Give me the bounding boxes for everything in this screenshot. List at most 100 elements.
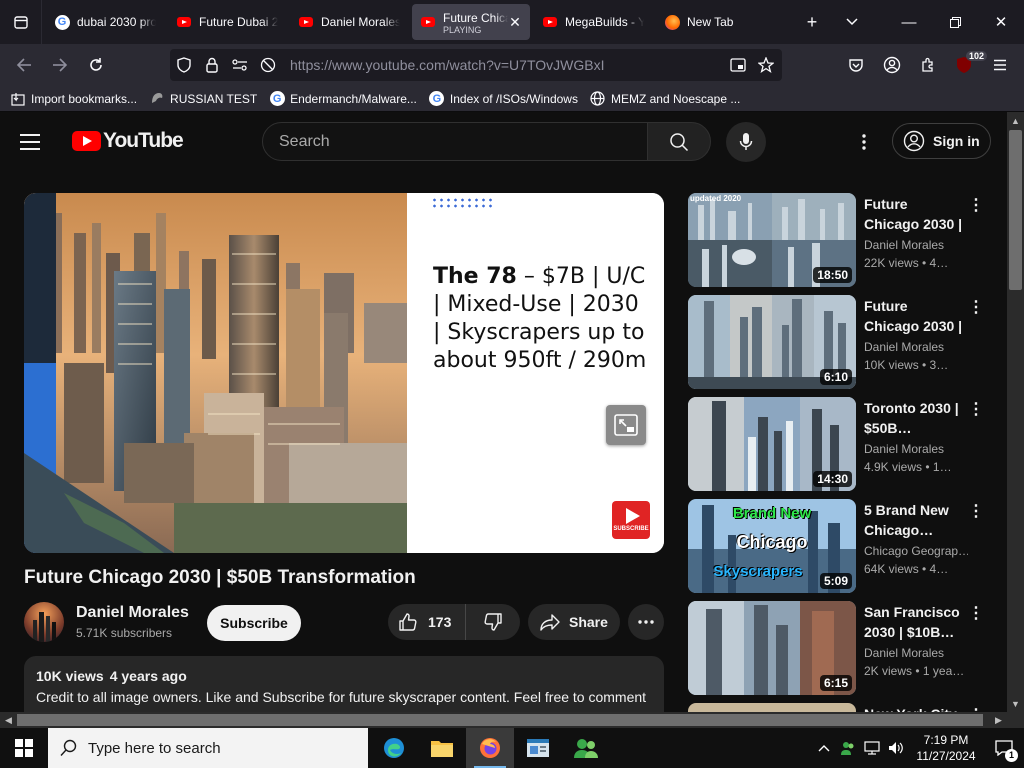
url-text[interactable]: https://www.youtube.com/watch?v=U7TOvJWG… [290, 57, 604, 73]
close-tab-icon[interactable]: ✕ [508, 14, 522, 31]
taskbar-edge[interactable] [370, 728, 418, 768]
vertical-dots-icon[interactable]: ⋮ [968, 603, 984, 625]
bookmark-item[interactable]: G Endermanch/Malware... [269, 91, 417, 107]
voice-search-button[interactable] [726, 122, 766, 162]
browser-tab[interactable]: G dubai 2030 pro [46, 4, 164, 40]
subscribe-watermark[interactable]: SUBSCRIBE [612, 501, 650, 539]
browser-tab[interactable]: New Tab [656, 4, 774, 40]
start-button[interactable] [0, 728, 48, 768]
list-all-tabs-button[interactable] [832, 0, 872, 44]
subscribe-button[interactable]: Subscribe [207, 605, 301, 641]
vertical-dots-icon[interactable]: ⋮ [968, 501, 984, 523]
video-thumbnail[interactable]: 6:15 [688, 601, 856, 695]
settings-more-button[interactable] [848, 126, 880, 158]
notification-center-button[interactable]: 1 [984, 728, 1024, 768]
permissions-icon[interactable] [226, 58, 254, 72]
taskbar-search-input[interactable]: Type here to search [48, 728, 368, 768]
related-video-channel[interactable]: Daniel Morales [864, 646, 968, 660]
account-button[interactable] [874, 44, 910, 86]
related-video-item[interactable]: 14:30 Toronto 2030 | $50B… Daniel Morale… [688, 397, 988, 491]
app-menu-button[interactable] [982, 44, 1018, 86]
minimize-button[interactable]: — [886, 0, 932, 44]
taskbar-people-app[interactable] [562, 728, 610, 768]
reload-button[interactable] [78, 49, 114, 81]
vertical-dots-icon[interactable]: ⋮ [968, 399, 984, 421]
video-thumbnail[interactable]: updated 2020 18:50 [688, 193, 856, 287]
bookmark-item[interactable]: RUSSIAN TEST [149, 91, 257, 107]
related-video-title[interactable]: Future Chicago 2030 | $60… [864, 194, 964, 234]
scroll-down-arrow-icon[interactable]: ▼ [1007, 695, 1024, 712]
picture-in-picture-icon[interactable] [724, 58, 752, 72]
related-video-item[interactable]: 6:10 Future Chicago 2030 | $55B… Daniel … [688, 295, 988, 389]
related-video-title[interactable]: New York City [864, 704, 964, 712]
bookmark-item[interactable]: MEMZ and Noescape ... [590, 91, 740, 107]
horizontal-scroll-thumb[interactable] [17, 714, 983, 726]
close-window-button[interactable]: ✕ [978, 0, 1024, 44]
like-button[interactable]: 173 [388, 604, 466, 640]
sign-in-button[interactable]: Sign in [892, 123, 991, 159]
related-video-item[interactable]: Brand New Chicago Skyscrapers 5:09 5 Bra… [688, 499, 988, 593]
vertical-dots-icon[interactable]: ⋮ [968, 297, 984, 319]
vertical-scrollbar[interactable]: ▲ ▼ [1007, 112, 1024, 712]
related-video-title[interactable]: Future Chicago 2030 | $55B… [864, 296, 964, 336]
horizontal-scrollbar[interactable]: ◀ ▶ [0, 712, 1024, 728]
ublock-extension-button[interactable]: 102 [946, 44, 988, 86]
more-actions-button[interactable] [628, 604, 664, 640]
related-video-item[interactable]: 6:15 San Francisco 2030 | $10B… Daniel M… [688, 601, 988, 695]
tab-list-button[interactable] [0, 0, 42, 44]
search-button[interactable] [647, 122, 711, 161]
related-video-item[interactable]: New York City ⋮ [688, 703, 988, 712]
url-bar[interactable]: https://www.youtube.com/watch?v=U7TOvJWG… [170, 49, 782, 81]
channel-name[interactable]: Daniel Morales [76, 604, 189, 622]
bookmark-item[interactable]: G Index of /ISOs/Windows [429, 91, 578, 107]
video-player[interactable]: The 78 – $7B | U/C | Mixed-Use | 2030 | … [24, 193, 664, 553]
back-button[interactable] [6, 49, 42, 81]
browser-tab[interactable]: Future Dubai 2 [168, 4, 286, 40]
vertical-dots-icon[interactable]: ⋮ [968, 195, 984, 217]
guide-menu-button[interactable] [20, 126, 52, 158]
vertical-scroll-thumb[interactable] [1009, 130, 1022, 290]
lock-icon[interactable] [198, 57, 226, 73]
related-video-channel[interactable]: Chicago Geograp… [864, 544, 968, 558]
related-video-title[interactable]: 5 Brand New Chicago… [864, 500, 964, 540]
scroll-right-arrow-icon[interactable]: ▶ [990, 712, 1007, 728]
video-thumbnail[interactable]: 14:30 [688, 397, 856, 491]
browser-tab[interactable]: MegaBuilds - Y [534, 4, 652, 40]
related-video-title[interactable]: San Francisco 2030 | $10B… [864, 602, 964, 642]
people-tray-icon[interactable] [836, 728, 860, 768]
related-video-channel[interactable]: Daniel Morales [864, 238, 968, 252]
bookmark-import[interactable]: Import bookmarks... [10, 91, 137, 107]
restore-button[interactable] [932, 0, 978, 44]
vertical-dots-icon[interactable]: ⋮ [968, 705, 984, 712]
video-thumbnail[interactable]: 6:10 [688, 295, 856, 389]
autoplay-blocked-icon[interactable] [254, 57, 282, 73]
taskbar-firefox[interactable] [466, 728, 514, 768]
pocket-button[interactable] [838, 44, 874, 86]
scroll-left-arrow-icon[interactable]: ◀ [0, 712, 17, 728]
extensions-button[interactable] [910, 44, 946, 86]
share-button[interactable]: Share [528, 604, 620, 640]
volume-icon[interactable] [884, 728, 908, 768]
chevron-up-icon[interactable] [812, 728, 836, 768]
related-video-item[interactable]: updated 2020 18:50 Future Chicago 2030 |… [688, 193, 988, 287]
youtube-logo[interactable]: YouTube [72, 129, 184, 153]
dislike-button[interactable] [466, 604, 520, 640]
related-video-channel[interactable]: Daniel Morales [864, 340, 968, 354]
description-box[interactable]: 10K views 4 years ago Credit to all image… [24, 656, 664, 712]
taskbar-app[interactable] [514, 728, 562, 768]
search-input[interactable]: Search [262, 122, 648, 161]
miniplayer-button[interactable] [606, 405, 646, 445]
forward-button[interactable] [42, 49, 78, 81]
new-tab-button[interactable]: + [792, 0, 832, 44]
video-thumbnail[interactable] [688, 703, 856, 712]
scroll-up-arrow-icon[interactable]: ▲ [1007, 112, 1024, 129]
channel-avatar[interactable] [24, 602, 64, 642]
bookmark-star-icon[interactable] [752, 57, 780, 73]
shield-icon[interactable] [170, 57, 198, 73]
taskbar-file-explorer[interactable] [418, 728, 466, 768]
related-video-title[interactable]: Toronto 2030 | $50B… [864, 398, 964, 438]
video-thumbnail[interactable]: Brand New Chicago Skyscrapers 5:09 [688, 499, 856, 593]
browser-tab[interactable]: Daniel Morales [290, 4, 408, 40]
network-icon[interactable] [860, 728, 884, 768]
taskbar-clock[interactable]: 7:19 PM 11/27/2024 [908, 732, 984, 764]
